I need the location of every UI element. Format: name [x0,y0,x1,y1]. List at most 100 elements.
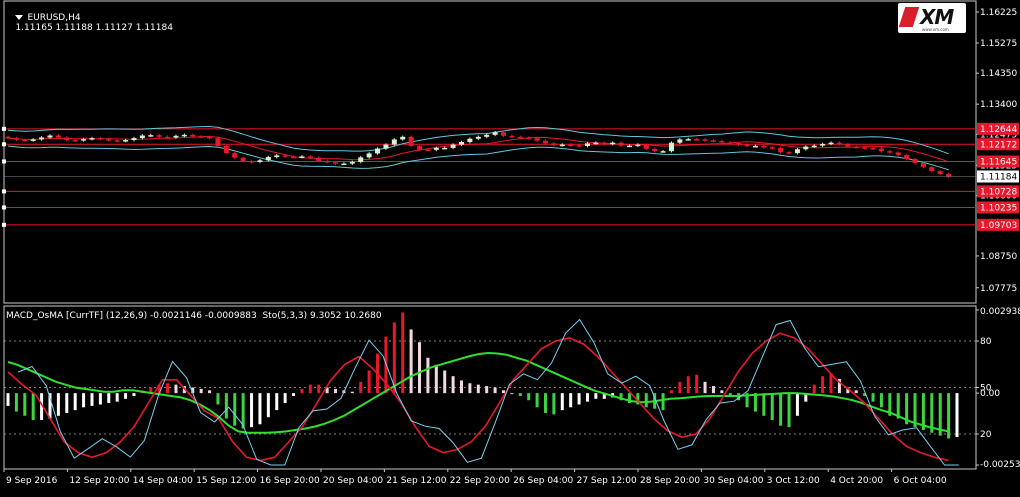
osma-bar [82,393,86,408]
candle-body [106,139,112,141]
candle-body [291,156,297,159]
level-tag-label: 1.10728 [980,187,1017,197]
candle-body [89,138,95,140]
level-handle [2,222,6,227]
candle-body [534,138,540,141]
candle-body [139,135,145,139]
candle-body [450,144,456,148]
osma-bar [283,393,287,404]
osma-bar [518,393,522,396]
osma-bar [569,393,573,408]
symbol-header: EURUSD,H4 1.11165 1.11188 1.11127 1.1118… [4,3,173,43]
time-tick-label: 14 Sep 04:00 [133,476,193,486]
candle-body [937,171,943,175]
osma-bar [644,393,648,408]
price-axis: 1.162251.152751.143501.134001.124751.115… [976,8,1020,470]
candle-body [198,136,204,138]
price-tick-label: 1.16225 [980,8,1017,18]
osma-bar [14,393,18,412]
time-tick-label: 26 Sep 04:00 [513,476,573,486]
osma-bar [552,393,556,415]
osma-bar [31,393,35,421]
candle-body [853,146,859,149]
osma-bar [258,393,262,425]
time-tick-label: 15 Sep 12:00 [196,476,256,486]
candle-body [123,140,129,142]
candle-body [114,140,120,142]
candle-body [240,157,246,161]
price-tick-label: 1.08750 [980,252,1017,262]
osma-bar [527,393,531,401]
osma-bar [359,381,363,394]
candle-body [870,147,876,150]
indicator-tick-label: -0.002539 [980,460,1020,470]
ohlc-high: 1.11188 [55,23,93,33]
candle-body [173,135,179,138]
candle-body [47,135,53,138]
osma-bar [594,393,598,399]
osma-bar [250,393,254,428]
candle-body [442,147,448,150]
ohlc-close: 1.11184 [135,23,173,33]
osma-bar [216,393,220,405]
osma-bar [955,393,959,438]
price-chart-pane[interactable] [2,125,976,227]
candle-body [72,140,78,142]
candle-body [920,162,926,168]
chevron-down-icon[interactable] [15,15,24,20]
osma-bar [585,393,589,402]
osma-bar [124,393,128,399]
candle-body [811,145,817,148]
osma-bar [65,393,69,413]
candle-body [324,160,330,163]
osma-bar [317,384,321,394]
candle-body [710,140,716,142]
level-tag-label: 1.10235 [980,203,1017,213]
osma-bar [501,390,505,394]
candle-body [736,143,742,145]
level-handle [2,189,6,194]
osma-bar [821,376,825,394]
candle-body [836,142,842,145]
osma-bar [443,370,447,394]
candle-body [727,142,733,144]
candle-body [803,146,809,150]
osma-bar [56,393,60,416]
osma-bar [871,393,875,402]
candle-body [131,138,137,141]
candle-body [845,144,851,147]
candle-body [5,136,11,139]
candle-body [643,144,649,149]
level-handle [2,126,6,131]
candle-body [593,142,599,145]
candle-body [635,144,641,147]
bollinger-upper-line [7,125,949,155]
osma-bar [224,393,228,419]
osma-bar [678,381,682,394]
candle-body [165,136,171,139]
candle-body [215,138,221,146]
time-tick-label: 20 Sep 04:00 [323,476,383,486]
indicator-pane[interactable] [4,312,976,466]
candle-body [190,134,196,137]
osma-bar [460,380,464,394]
candle-body [148,135,154,137]
candle-body [257,160,263,162]
time-tick-label: 30 Sep 04:00 [703,476,763,486]
candle-body [584,143,590,146]
osma-bar [208,390,212,394]
time-tick-label: 27 Sep 12:00 [577,476,637,486]
candle-body [904,155,910,160]
osma-bar [476,384,480,394]
xm-logo: XM www.xm.com [898,3,966,33]
osma-bar [367,370,371,394]
osma-bar [770,393,774,421]
candle-body [677,139,683,143]
candle-body [820,143,826,146]
osma-bar [434,364,438,394]
candle-body [383,144,389,149]
candle-body [425,149,431,152]
candle-body [316,157,322,161]
candle-body [828,142,834,145]
candle-body [752,145,758,148]
